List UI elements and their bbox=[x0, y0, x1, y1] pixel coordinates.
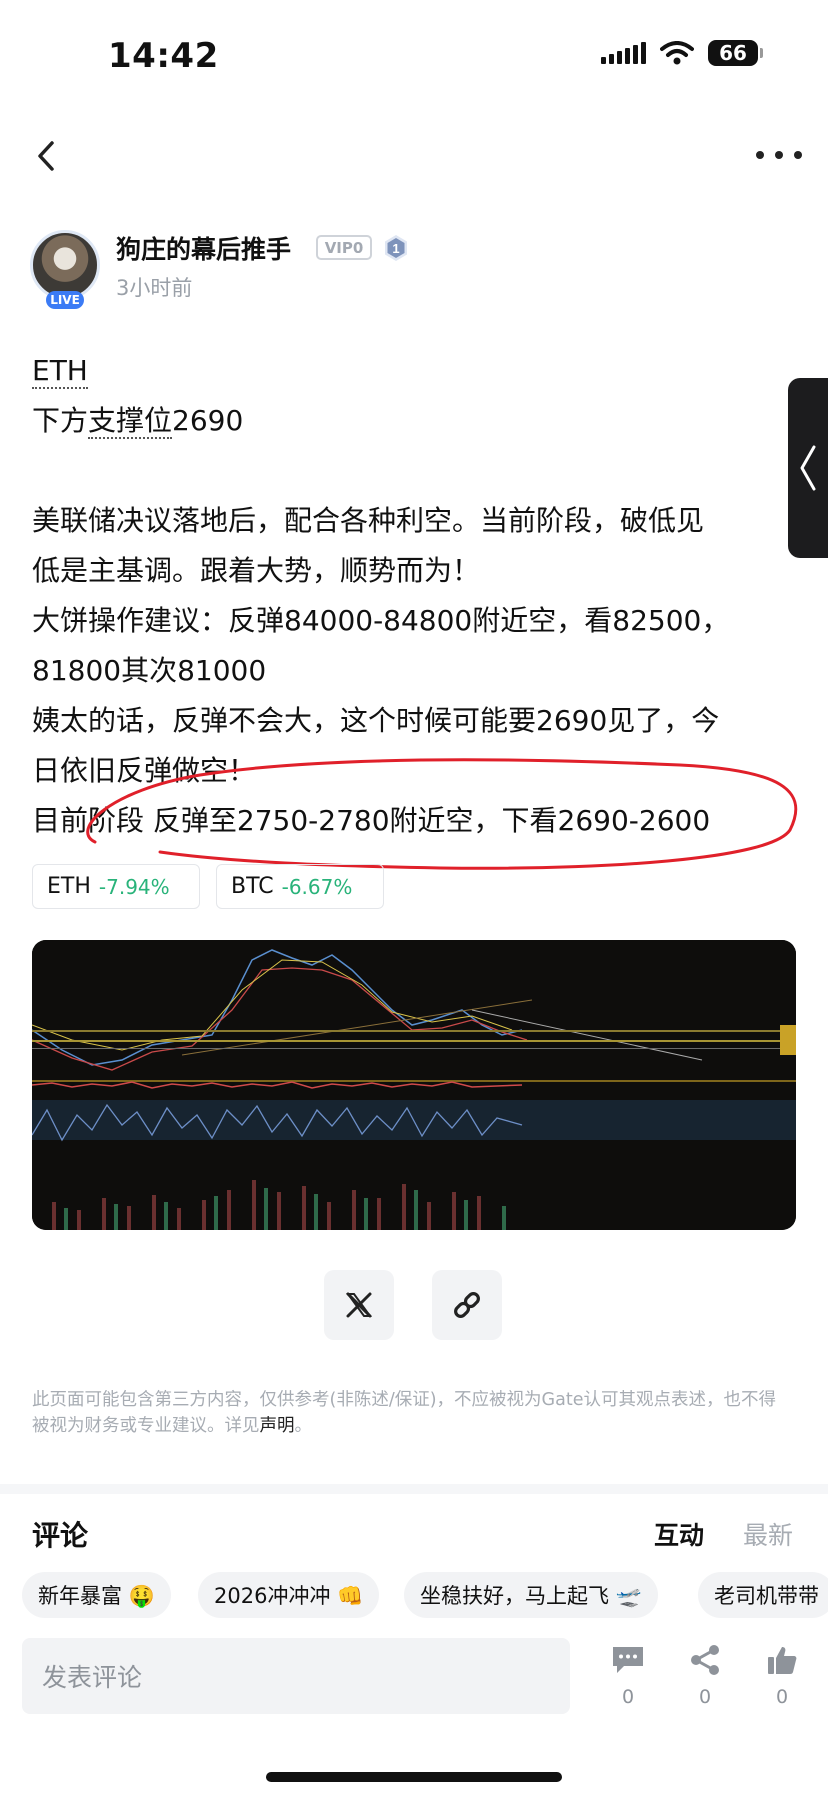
post-line6: 81800其次81000 bbox=[32, 654, 267, 687]
quick-reply-chip[interactable]: 坐稳扶好，马上起飞 🛫 bbox=[404, 1572, 658, 1618]
like-count: 0 bbox=[775, 1686, 789, 1708]
post-line8: 日依旧反弹做空！ bbox=[32, 754, 257, 787]
home-indicator bbox=[266, 1772, 562, 1782]
quick-reply-chip[interactable]: 2026冲冲冲 👊 bbox=[198, 1572, 380, 1618]
disclaimer-text: 此页面可能包含第三方内容，仅供参考(非陈述/保证)，不应被视为Gate认可其观点… bbox=[32, 1390, 776, 1436]
tab-interaction[interactable]: 互动 bbox=[654, 1516, 704, 1552]
link-icon bbox=[454, 1292, 480, 1318]
share-count: 0 bbox=[698, 1686, 712, 1708]
status-icons: 66 bbox=[601, 40, 763, 66]
level-value: 1 bbox=[392, 241, 399, 256]
disclaimer: 此页面可能包含第三方内容，仅供参考(非陈述/保证)，不应被视为Gate认可其观点… bbox=[32, 1387, 792, 1439]
author-avatar[interactable] bbox=[30, 230, 100, 300]
comment-input[interactable]: 发表评论 bbox=[22, 1638, 570, 1714]
side-drawer-tab[interactable] bbox=[788, 378, 828, 558]
chevron-left-icon bbox=[800, 445, 816, 491]
quick-reply-chip[interactable]: 老司机带带 bbox=[698, 1572, 828, 1618]
live-badge: LIVE bbox=[46, 291, 84, 309]
wifi-icon bbox=[660, 41, 694, 65]
post-line3: 美联储决议落地后，配合各种利空。当前阶段，破低见 bbox=[32, 504, 705, 537]
back-icon[interactable] bbox=[30, 138, 66, 174]
tab-latest[interactable]: 最新 bbox=[743, 1516, 793, 1552]
post-body: ETH 下方支撑位2690 美联储决议落地后，配合各种利空。当前阶段，破低见 低… bbox=[32, 346, 792, 846]
share-x-button[interactable] bbox=[324, 1270, 394, 1340]
signal-icon bbox=[601, 42, 646, 64]
post-line2-prefix: 下方 bbox=[32, 404, 89, 437]
token-chip-eth[interactable]: ETH -7.94% bbox=[32, 864, 200, 909]
section-divider bbox=[0, 1484, 828, 1494]
comment-icon bbox=[613, 1647, 643, 1673]
post-line2-suffix: 2690 bbox=[172, 404, 244, 437]
token-chip-btc[interactable]: BTC -6.67% bbox=[216, 864, 384, 909]
like-count-button[interactable]: 0 bbox=[757, 1644, 807, 1708]
support-level-term[interactable]: 支撑位 bbox=[88, 404, 173, 439]
comment-count: 0 bbox=[621, 1686, 635, 1708]
thumbs-up-icon bbox=[768, 1647, 797, 1674]
post-line4: 低是主基调。跟着大势，顺势而为！ bbox=[32, 554, 481, 587]
post-time: 3小时前 bbox=[116, 276, 193, 300]
status-time: 14:42 bbox=[108, 36, 219, 76]
quick-reply-chip[interactable]: 新年暴富 🤑 bbox=[22, 1572, 171, 1618]
battery-icon: 66 bbox=[708, 40, 763, 66]
author-name[interactable]: 狗庄的幕后推手 bbox=[116, 230, 291, 266]
token-symbol: ETH bbox=[47, 874, 91, 899]
vip-badge: VIP0 bbox=[316, 235, 372, 260]
x-logo-icon bbox=[346, 1292, 372, 1318]
token-symbol: BTC bbox=[231, 874, 274, 899]
chart-image[interactable] bbox=[32, 940, 796, 1230]
token-change: -6.67% bbox=[281, 874, 353, 899]
disclaimer-end: 。 bbox=[294, 1416, 313, 1436]
post-line9: 目前阶段 反弹至2750-2780附近空，下看2690-2600 bbox=[32, 804, 711, 837]
share-icon bbox=[691, 1645, 719, 1675]
token-change: -7.94% bbox=[98, 874, 170, 899]
post-line7: 姨太的话，反弹不会大，这个时候可能要2690见了，今 bbox=[32, 704, 720, 737]
disclaimer-link[interactable]: 声明 bbox=[260, 1416, 295, 1436]
level-badge-icon: 1 bbox=[385, 235, 407, 261]
eth-tag[interactable]: ETH bbox=[32, 354, 88, 389]
copy-link-button[interactable] bbox=[432, 1270, 502, 1340]
comments-title: 评论 bbox=[32, 1519, 89, 1552]
more-options-button[interactable] bbox=[756, 140, 802, 170]
post-line5: 大饼操作建议：反弹84000-84800附近空，看82500， bbox=[32, 604, 730, 637]
comment-count-button[interactable]: 0 bbox=[603, 1644, 653, 1708]
share-count-button[interactable]: 0 bbox=[680, 1644, 730, 1708]
